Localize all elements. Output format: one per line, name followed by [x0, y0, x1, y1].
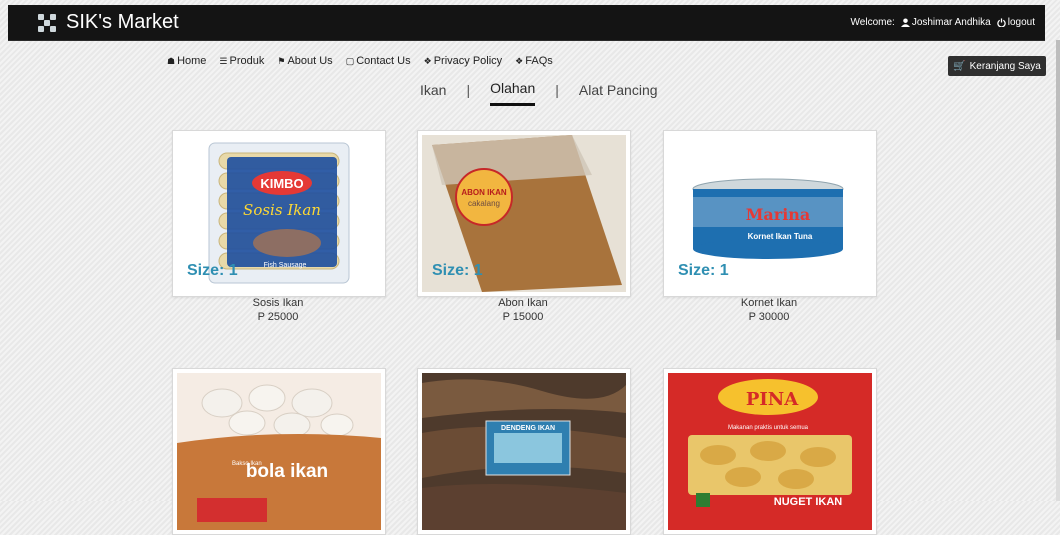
nav-privacy-policy[interactable]: ❖ Privacy Policy	[424, 55, 503, 67]
nav-produk[interactable]: ☰ Produk	[219, 55, 264, 67]
scrollbar-thumb[interactable]	[1056, 40, 1060, 340]
main-nav: ☗ Home ☰ Produk ⚑ About Us ▢ Contact Us ❖ Pri…	[167, 55, 566, 67]
product-card-nuget-ikan[interactable]: PINA Makanan praktis untuk semua NUGET I…	[663, 368, 877, 535]
power-icon	[997, 18, 1006, 27]
fish-sausage-text: Fish Sausage	[264, 262, 307, 269]
cart-button-label: Keranjang Saya	[969, 60, 1041, 72]
product-image: DENDENG IKAN	[422, 373, 626, 530]
nav-label: About Us	[287, 55, 333, 67]
product-card-abon-ikan[interactable]: ABON IKAN cakalang Size: 1	[417, 130, 631, 297]
sosis-text: Sosis Ikan	[243, 201, 321, 219]
product-image: PINA Makanan praktis untuk semua NUGET I…	[668, 373, 872, 530]
list-icon: ☰	[219, 55, 228, 66]
nuget-text: NUGET IKAN	[774, 496, 843, 508]
tab-separator: |	[555, 81, 559, 98]
bola-text: bola ikan	[246, 461, 328, 482]
product-card-bola-ikan[interactable]: Bakso Ikan bola ikan	[172, 368, 386, 535]
nav-label: Produk	[229, 55, 265, 67]
tab-olahan[interactable]: Olahan	[490, 80, 536, 106]
brand[interactable]: SIK's Market	[38, 11, 179, 34]
marina-text: Marina	[746, 205, 811, 224]
product-name: Abon Ikan	[498, 297, 548, 309]
tab-ikan[interactable]: Ikan	[420, 82, 446, 105]
size-label: Size: 1	[432, 262, 483, 279]
size-label: Size: 1	[187, 262, 238, 279]
nav-about-us[interactable]: ⚑ About Us	[277, 55, 332, 67]
nav-faqs[interactable]: ❖ FAQs	[515, 55, 553, 67]
product-name: Kornet Ikan	[740, 297, 798, 309]
nav-label: FAQs	[525, 55, 553, 67]
product-card-kornet-ikan[interactable]: Marina Kornet Ikan Tuna Size: 1	[663, 130, 877, 297]
nav-home[interactable]: ☗ Home	[167, 55, 206, 67]
category-tabs: Ikan | Olahan | Alat Pancing	[420, 80, 658, 106]
product-price: P 15000	[502, 311, 544, 323]
pina-text: PINA	[746, 389, 799, 410]
logout-link[interactable]: logout	[997, 17, 1035, 28]
logout-label: logout	[1007, 17, 1035, 28]
product-card-sosis-ikan[interactable]: KIMBO Sosis Ikan Fish Sausage Size: 1	[172, 130, 386, 297]
info-icon: ❖	[423, 55, 432, 66]
brand-title: SIK's Market	[66, 11, 179, 33]
user-link[interactable]: Joshimar Andhika	[900, 17, 991, 28]
chat-icon: ▢	[345, 55, 355, 66]
cakalang-text: cakalang	[468, 199, 500, 208]
user-name: Joshimar Andhika	[911, 17, 991, 28]
cart-icon: 🛒	[953, 60, 966, 72]
nav-contact-us[interactable]: ▢ Contact Us	[346, 55, 411, 67]
top-navbar: SIK's Market Welcome: Joshimar Andhika l…	[8, 5, 1045, 41]
logo-icon	[38, 13, 56, 32]
kimbo-text: KIMBO	[260, 176, 303, 191]
nav-label: Privacy Policy	[433, 55, 503, 67]
nav-label: Contact Us	[356, 55, 411, 67]
product-image: KIMBO Sosis Ikan Fish Sausage Size: 1	[177, 135, 381, 292]
welcome-label: Welcome:	[850, 17, 895, 28]
pina-tagline-text: Makanan praktis untuk semua	[728, 425, 809, 431]
product-image: ABON IKAN cakalang Size: 1	[422, 135, 626, 292]
product-image: Bakso Ikan bola ikan	[177, 373, 381, 530]
product-image: Marina Kornet Ikan Tuna Size: 1	[668, 135, 872, 292]
kornet-text: Kornet Ikan Tuna	[748, 232, 813, 241]
bookmark-icon: ⚑	[277, 55, 286, 66]
tab-separator: |	[466, 81, 471, 98]
abon-text: ABON IKAN	[461, 188, 507, 197]
user-icon	[900, 18, 910, 27]
product-price: P 25000	[257, 311, 299, 323]
nav-label: Home	[177, 55, 207, 67]
product-price: P 30000	[748, 311, 790, 323]
product-name: Sosis Ikan	[252, 297, 304, 309]
cart-button[interactable]: 🛒 Keranjang Saya	[948, 56, 1046, 76]
tab-alat-pancing[interactable]: Alat Pancing	[579, 82, 658, 105]
product-card-dendeng-ikan[interactable]: DENDENG IKAN	[417, 368, 631, 535]
size-label: Size: 1	[678, 262, 729, 279]
info-icon: ❖	[515, 55, 524, 66]
welcome-area: Welcome: Joshimar Andhika logout	[845, 17, 1035, 28]
dendeng-text: DENDENG IKAN	[501, 425, 555, 432]
home-icon: ☗	[167, 55, 176, 66]
